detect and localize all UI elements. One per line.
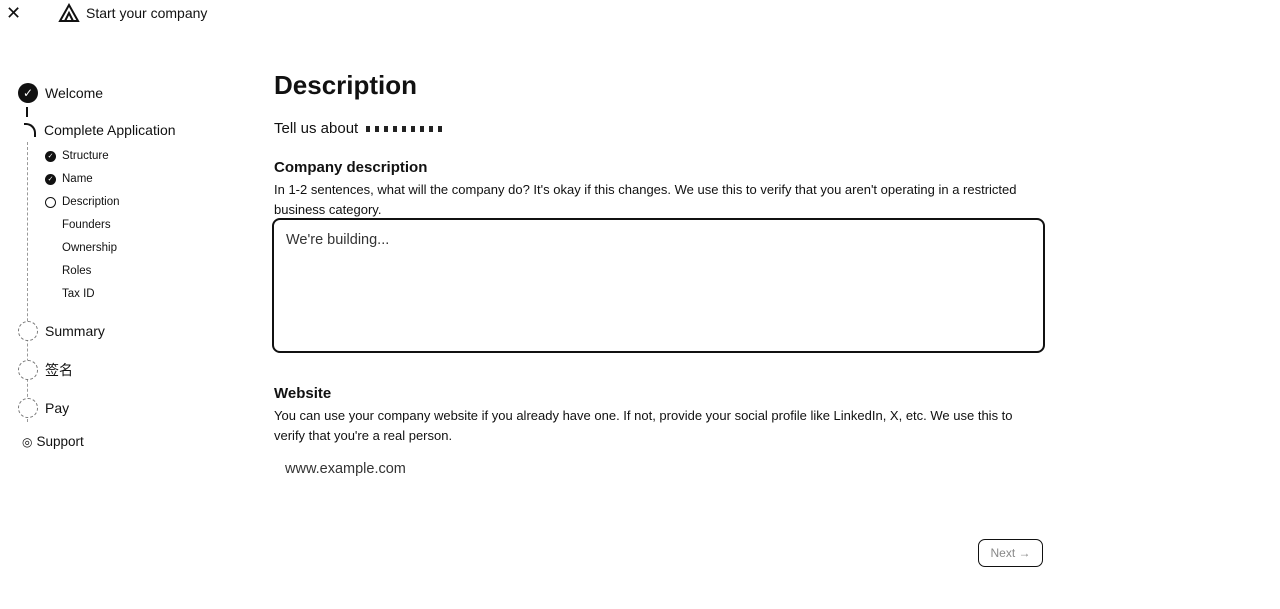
- sidebar-progress: ✓ Welcome Complete Application ✓ Structu…: [0, 70, 240, 470]
- step-label: Welcome: [45, 85, 104, 101]
- company-description-title: Company description: [274, 159, 428, 176]
- substep-ownership[interactable]: Ownership: [62, 242, 117, 254]
- substep-tax-id[interactable]: Tax ID: [62, 288, 95, 300]
- step-label: Complete Application: [44, 122, 176, 138]
- progress-line-done: [26, 107, 28, 117]
- check-icon: ✓: [45, 173, 56, 185]
- step-pay[interactable]: Pay: [18, 398, 69, 418]
- logo-icon: [58, 3, 80, 22]
- support-icon: ◎: [22, 434, 33, 449]
- step-summary[interactable]: Summary: [18, 321, 105, 341]
- substep-label: Description: [62, 196, 120, 208]
- progress-line-pending: [27, 142, 28, 422]
- substep-label: Tax ID: [62, 288, 95, 300]
- close-icon[interactable]: ✕: [6, 4, 24, 22]
- redacted-company-name: [366, 125, 447, 132]
- intro-text: Tell us about: [274, 120, 447, 137]
- step-welcome[interactable]: ✓ Welcome: [18, 83, 103, 103]
- website-title: Website: [274, 385, 332, 402]
- progress-curve: [24, 123, 36, 137]
- next-button[interactable]: Next →: [978, 539, 1043, 567]
- current-step-icon: [45, 196, 56, 208]
- substep-founders[interactable]: Founders: [62, 219, 111, 231]
- step-label: 签名: [45, 362, 73, 378]
- substep-roles[interactable]: Roles: [62, 265, 91, 277]
- support-label: Support: [36, 434, 84, 449]
- substep-label: Roles: [62, 265, 92, 277]
- company-description-help: In 1-2 sentences, what will the company …: [274, 182, 1017, 217]
- company-description-textarea[interactable]: [272, 218, 1045, 353]
- check-icon: ✓: [18, 83, 38, 103]
- app-title: Start your company: [86, 5, 208, 21]
- substep-name[interactable]: ✓ Name: [45, 173, 93, 185]
- website-input[interactable]: [274, 454, 874, 484]
- intro-label: Tell us about: [274, 120, 359, 137]
- substep-label: Ownership: [62, 242, 117, 254]
- pending-step-icon: [18, 321, 38, 341]
- substep-label: Founders: [62, 219, 111, 231]
- substep-label: Name: [62, 173, 93, 185]
- substep-description[interactable]: Description: [45, 196, 120, 208]
- step-label: Pay: [45, 400, 70, 416]
- support-link[interactable]: ◎ Support: [22, 434, 84, 449]
- pending-step-icon: [18, 398, 38, 418]
- page-title: Description: [274, 70, 418, 100]
- check-icon: ✓: [45, 150, 56, 162]
- step-sign[interactable]: 签名: [18, 360, 73, 380]
- step-complete-application[interactable]: Complete Application: [38, 122, 176, 138]
- top-bar: ✕ Start your company: [0, 0, 1280, 28]
- website-help: You can use your company website if you …: [274, 408, 1013, 443]
- substep-structure[interactable]: ✓ Structure: [45, 150, 109, 162]
- pending-step-icon: [18, 360, 38, 380]
- substep-label: Structure: [62, 150, 109, 162]
- step-label: Summary: [45, 323, 105, 339]
